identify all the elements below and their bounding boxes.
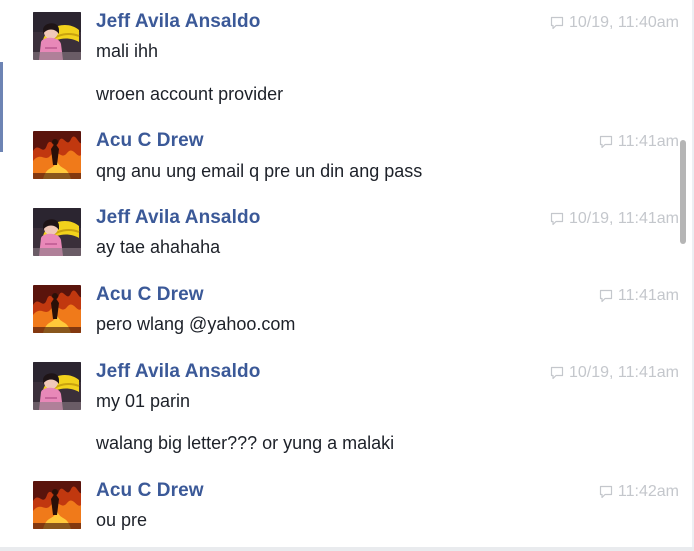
scrollbar-thumb[interactable] (680, 140, 686, 244)
message-text: pero wlang @yahoo.com (96, 314, 296, 334)
message-text: mali ihh (96, 41, 159, 61)
message-text: my 01 parin (96, 391, 191, 411)
message-text: ou pre (96, 510, 148, 530)
message-text: wroen account provider (96, 84, 284, 104)
message-group: Jeff Avila Ansaldo 10/19, 11:41am ay tae… (0, 196, 680, 272)
timestamp-group: 11:41am (599, 133, 679, 151)
speech-bubble-icon (550, 16, 564, 30)
message-text: qng anu ung email q pre un din ang pass (96, 161, 423, 181)
message-group: Acu C Drew 11:41am pero wlang @yahoo.com (0, 273, 680, 349)
speech-bubble-icon (550, 212, 564, 226)
chat-conversation: Jeff Avila Ansaldo 10/19, 11:40am mali i… (0, 0, 694, 551)
author-name[interactable]: Acu C Drew (96, 284, 204, 306)
message-group: Acu C Drew 11:41am qng anu ung email q p… (0, 119, 680, 195)
author-name[interactable]: Jeff Avila Ansaldo (96, 11, 260, 33)
timestamp-group: 10/19, 11:40am (550, 14, 679, 32)
message-group: Acu C Drew 11:42am ou pre (0, 469, 680, 547)
timestamp-group: 11:41am (599, 287, 679, 305)
author-name[interactable]: Acu C Drew (96, 130, 204, 152)
timestamp-group: 10/19, 11:41am (550, 210, 679, 228)
message-text: ay tae ahahaha (96, 237, 221, 257)
timestamp-group: 10/19, 11:41am (550, 364, 679, 382)
author-name[interactable]: Jeff Avila Ansaldo (96, 207, 260, 229)
message-timestamp: 10/19, 11:41am (568, 364, 679, 381)
message-text: walang big letter??? or yung a malaki (96, 433, 395, 453)
message-timestamp: 10/19, 11:40am (568, 14, 679, 31)
message-timestamp: 11:41am (617, 133, 679, 150)
speech-bubble-icon (550, 366, 564, 380)
author-name[interactable]: Acu C Drew (96, 480, 204, 502)
speech-bubble-icon (599, 485, 613, 499)
message-group: Jeff Avila Ansaldo 10/19, 11:41am my 01 … (0, 350, 680, 468)
fire-scene-avatar[interactable] (33, 285, 81, 333)
girl-with-yellow-umbrella-avatar[interactable] (33, 12, 81, 60)
message-timestamp: 11:42am (617, 483, 679, 500)
scrollbar[interactable] (678, 0, 688, 547)
message-timestamp: 11:41am (617, 287, 679, 304)
girl-with-yellow-umbrella-avatar[interactable] (33, 362, 81, 410)
girl-with-yellow-umbrella-avatar[interactable] (33, 208, 81, 256)
fire-scene-avatar[interactable] (33, 131, 81, 179)
message-group: Jeff Avila Ansaldo 10/19, 11:40am mali i… (0, 0, 680, 118)
speech-bubble-icon (599, 289, 613, 303)
panel-bottom-border (0, 547, 694, 551)
author-name[interactable]: Jeff Avila Ansaldo (96, 361, 260, 383)
fire-scene-avatar[interactable] (33, 481, 81, 529)
speech-bubble-icon (599, 135, 613, 149)
message-timestamp: 10/19, 11:41am (568, 210, 679, 227)
timestamp-group: 11:42am (599, 483, 679, 501)
